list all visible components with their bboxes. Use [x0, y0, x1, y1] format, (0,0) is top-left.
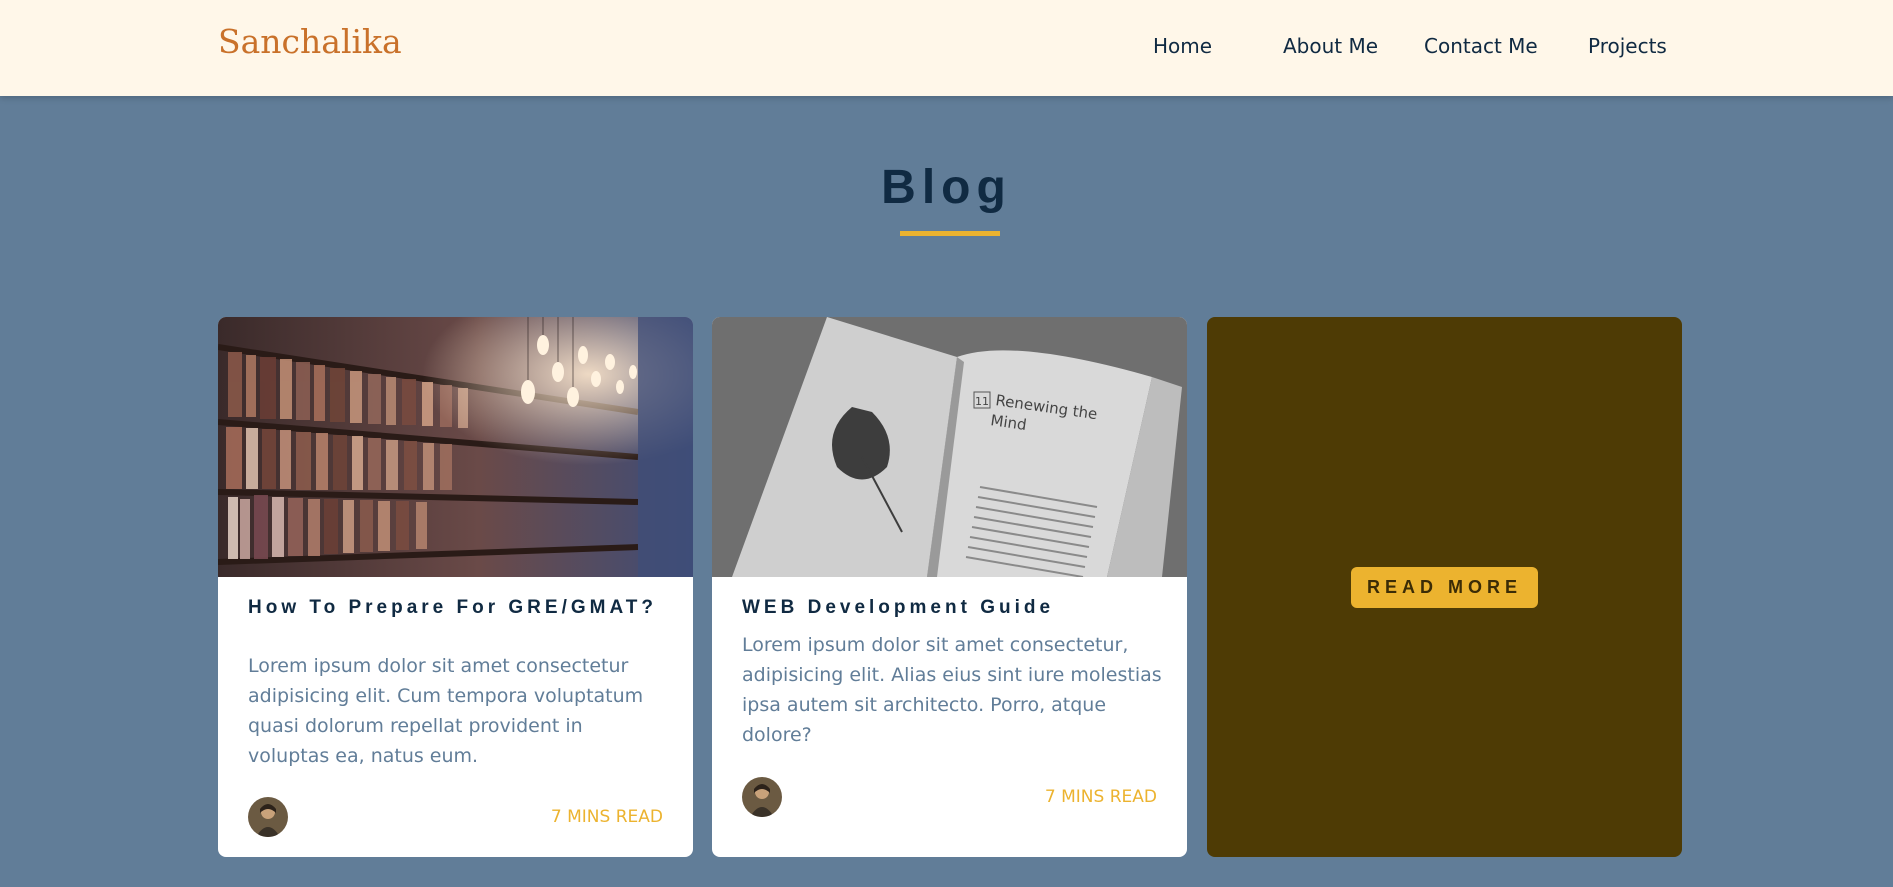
read-time: 7 MINS READ [1044, 787, 1157, 807]
author-avatar [248, 797, 288, 837]
nav-links: Home About Me Contact Me Projects [0, 0, 1893, 96]
nav-link-home[interactable]: Home [1153, 34, 1212, 58]
card-title[interactable]: WEB Development Guide [742, 598, 1162, 618]
nav-link-contact-me[interactable]: Contact Me [1424, 34, 1538, 58]
blog-card[interactable]: How To Prepare For GRE/GMAT? Lorem ipsum… [218, 317, 693, 857]
nav-link-about-me[interactable]: About Me [1283, 34, 1378, 58]
blog-card[interactable]: 11 Renewing the Mind WEB Development Gui… [712, 317, 1187, 857]
card-title[interactable]: How To Prepare For GRE/GMAT? [248, 598, 668, 618]
title-underline [900, 231, 1000, 236]
read-more-button[interactable]: READ MORE [1351, 567, 1538, 608]
book-chapter-number: 11 [975, 395, 989, 408]
author-avatar [742, 777, 782, 817]
card-text: Lorem ipsum dolor sit amet consectetur, … [742, 634, 1162, 746]
blog-card-overlay[interactable]: READ MORE [1207, 317, 1682, 857]
section-title: Blog [881, 161, 1012, 214]
card-text: Lorem ipsum dolor sit amet consectetur a… [248, 655, 644, 767]
read-time: 7 MINS READ [550, 807, 663, 827]
nav-link-projects[interactable]: Projects [1588, 34, 1667, 58]
navbar: Sanchalika Home About Me Contact Me Proj… [0, 0, 1893, 96]
open-book-leaf-image: 11 Renewing the Mind [712, 317, 1187, 577]
library-bookshelves-image [218, 317, 693, 577]
